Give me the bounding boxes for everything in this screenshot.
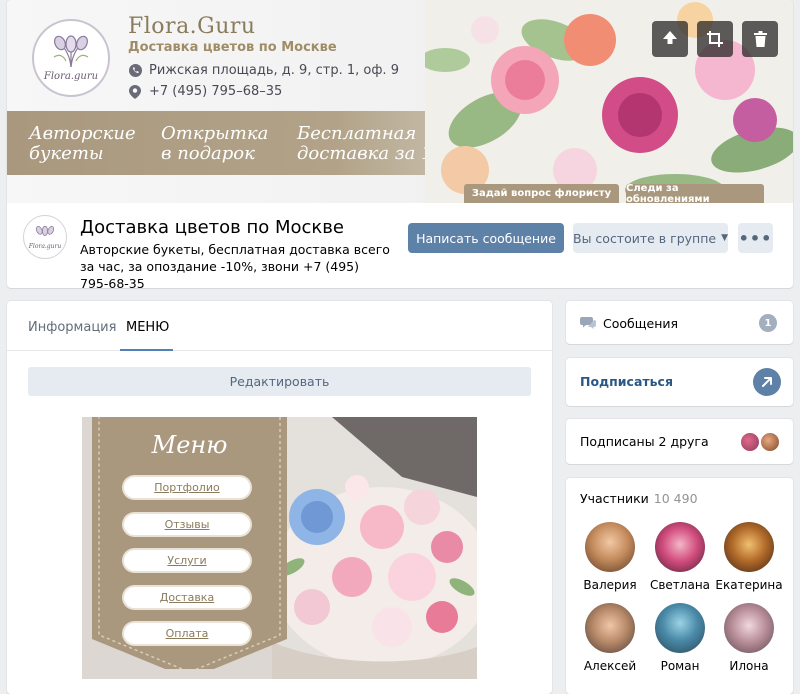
upload-icon xyxy=(663,31,677,44)
membership-label: Вы состоите в группе xyxy=(573,230,717,246)
member-name[interactable]: Алексей xyxy=(575,659,645,673)
group-avatar[interactable]: Flora.guru xyxy=(23,215,67,259)
member-avatar[interactable] xyxy=(585,603,635,653)
phone-icon xyxy=(128,64,142,78)
flowers-photo xyxy=(425,0,793,203)
brand-logo: Flora.guru xyxy=(32,19,110,97)
active-tab-indicator xyxy=(120,349,173,351)
tab-information[interactable]: Информация xyxy=(28,320,116,335)
member-name[interactable]: Екатерина xyxy=(714,578,784,592)
wiki-menu-card: Информация МЕНЮ Редактировать Меню Портф… xyxy=(7,301,552,694)
menu-link-portfolio[interactable]: Портфолио xyxy=(124,477,250,498)
crop-icon xyxy=(707,31,723,47)
brand-title: Flora.Guru xyxy=(128,14,256,39)
phone-text: +7 (495) 795–68–35 xyxy=(149,84,283,99)
members-heading[interactable]: Участники 10 490 xyxy=(580,491,698,506)
menu-link-services[interactable]: Услуги xyxy=(124,550,250,571)
upload-cover-button[interactable] xyxy=(652,21,688,57)
subscribed-friends-label: Подписаны 2 друга xyxy=(580,434,709,449)
messages-count-badge: 1 xyxy=(759,314,777,332)
member-name[interactable]: Илона xyxy=(714,659,784,673)
cover-image: Flora.guru Flora.Guru Доставка цветов по… xyxy=(7,0,793,203)
messages-label: Сообщения xyxy=(603,316,679,331)
member-item[interactable]: Роман xyxy=(645,603,715,673)
friend-avatar[interactable] xyxy=(739,431,761,453)
member-avatar[interactable] xyxy=(585,522,635,572)
content-tabs: Информация МЕНЮ xyxy=(7,301,552,351)
member-item[interactable]: Валерия xyxy=(575,522,645,592)
brand-subtitle: Доставка цветов по Москве xyxy=(128,40,337,55)
member-name[interactable]: Валерия xyxy=(575,578,645,592)
membership-dropdown-button[interactable]: Вы состоите в группе ▼ xyxy=(573,223,728,253)
menu-link-payment[interactable]: Оплата xyxy=(124,623,250,644)
member-item[interactable]: Екатерина xyxy=(714,522,784,592)
promo-author-bouquets: Авторские букеты xyxy=(29,123,136,164)
member-avatar[interactable] xyxy=(724,522,774,572)
members-count: 10 490 xyxy=(653,491,698,506)
chat-bubbles-icon xyxy=(580,317,596,329)
member-item[interactable]: Алексей xyxy=(575,603,645,673)
send-message-button[interactable]: Написать сообщение xyxy=(408,223,564,253)
subscribed-friends-widget[interactable]: Подписаны 2 друга xyxy=(566,419,793,464)
trash-icon xyxy=(753,31,767,47)
more-actions-button[interactable]: ••• xyxy=(738,223,773,253)
menu-link-reviews[interactable]: Отзывы xyxy=(124,514,250,535)
members-label: Участники xyxy=(580,491,649,506)
subscribe-link[interactable]: Подписаться xyxy=(580,374,673,389)
avatar-logo-text: Flora.guru xyxy=(28,242,62,250)
member-avatar[interactable] xyxy=(655,522,705,572)
menu-banner-image: Меню Портфолио Отзывы Услуги Доставка Оп… xyxy=(82,417,477,679)
tab-menu[interactable]: МЕНЮ xyxy=(126,320,169,335)
messages-widget[interactable]: Сообщения 1 xyxy=(566,301,793,344)
arrow-up-right-icon xyxy=(762,377,772,387)
member-avatar[interactable] xyxy=(724,603,774,653)
promo-gift-card: Открытка в подарок xyxy=(161,123,269,164)
member-avatar[interactable] xyxy=(655,603,705,653)
flower-logo-icon xyxy=(35,225,55,236)
member-name[interactable]: Роман xyxy=(645,659,715,673)
friend-avatar[interactable] xyxy=(759,431,781,453)
member-item[interactable]: Илона xyxy=(714,603,784,673)
subscribe-arrow-button[interactable] xyxy=(753,368,781,396)
location-pin-icon xyxy=(128,84,142,99)
address-row: Рижская площадь, д. 9, стр. 1, оф. 9 xyxy=(128,63,399,78)
follow-updates-tab[interactable]: Следи за обновлениями xyxy=(626,183,764,203)
members-widget: Участники 10 490 Валерия Светлана Екатери… xyxy=(566,478,793,694)
member-item[interactable]: Светлана xyxy=(645,522,715,592)
member-name[interactable]: Светлана xyxy=(645,578,715,592)
group-name: Доставка цветов по Москве xyxy=(80,217,344,238)
chevron-down-icon: ▼ xyxy=(721,233,728,243)
subscribe-widget[interactable]: Подписаться xyxy=(566,358,793,406)
phone-row: +7 (495) 795–68–35 xyxy=(128,84,282,99)
edit-button[interactable]: Редактировать xyxy=(28,367,531,396)
group-header-card: Flora.guru Flora.Guru Доставка цветов по… xyxy=(7,0,793,288)
delete-cover-button[interactable] xyxy=(742,21,778,57)
ask-florist-tab[interactable]: Задай вопрос флористу xyxy=(464,184,619,203)
logo-text: Flora.guru xyxy=(43,70,99,82)
flower-logo-icon xyxy=(53,34,89,67)
bouquet-photo xyxy=(272,417,477,679)
menu-title: Меню xyxy=(151,431,228,459)
address-text: Рижская площадь, д. 9, стр. 1, оф. 9 xyxy=(149,63,399,78)
menu-link-delivery[interactable]: Доставка xyxy=(124,587,250,608)
group-status: Авторские букеты, бесплатная доставка вс… xyxy=(80,242,390,288)
crop-cover-button[interactable] xyxy=(697,21,733,57)
